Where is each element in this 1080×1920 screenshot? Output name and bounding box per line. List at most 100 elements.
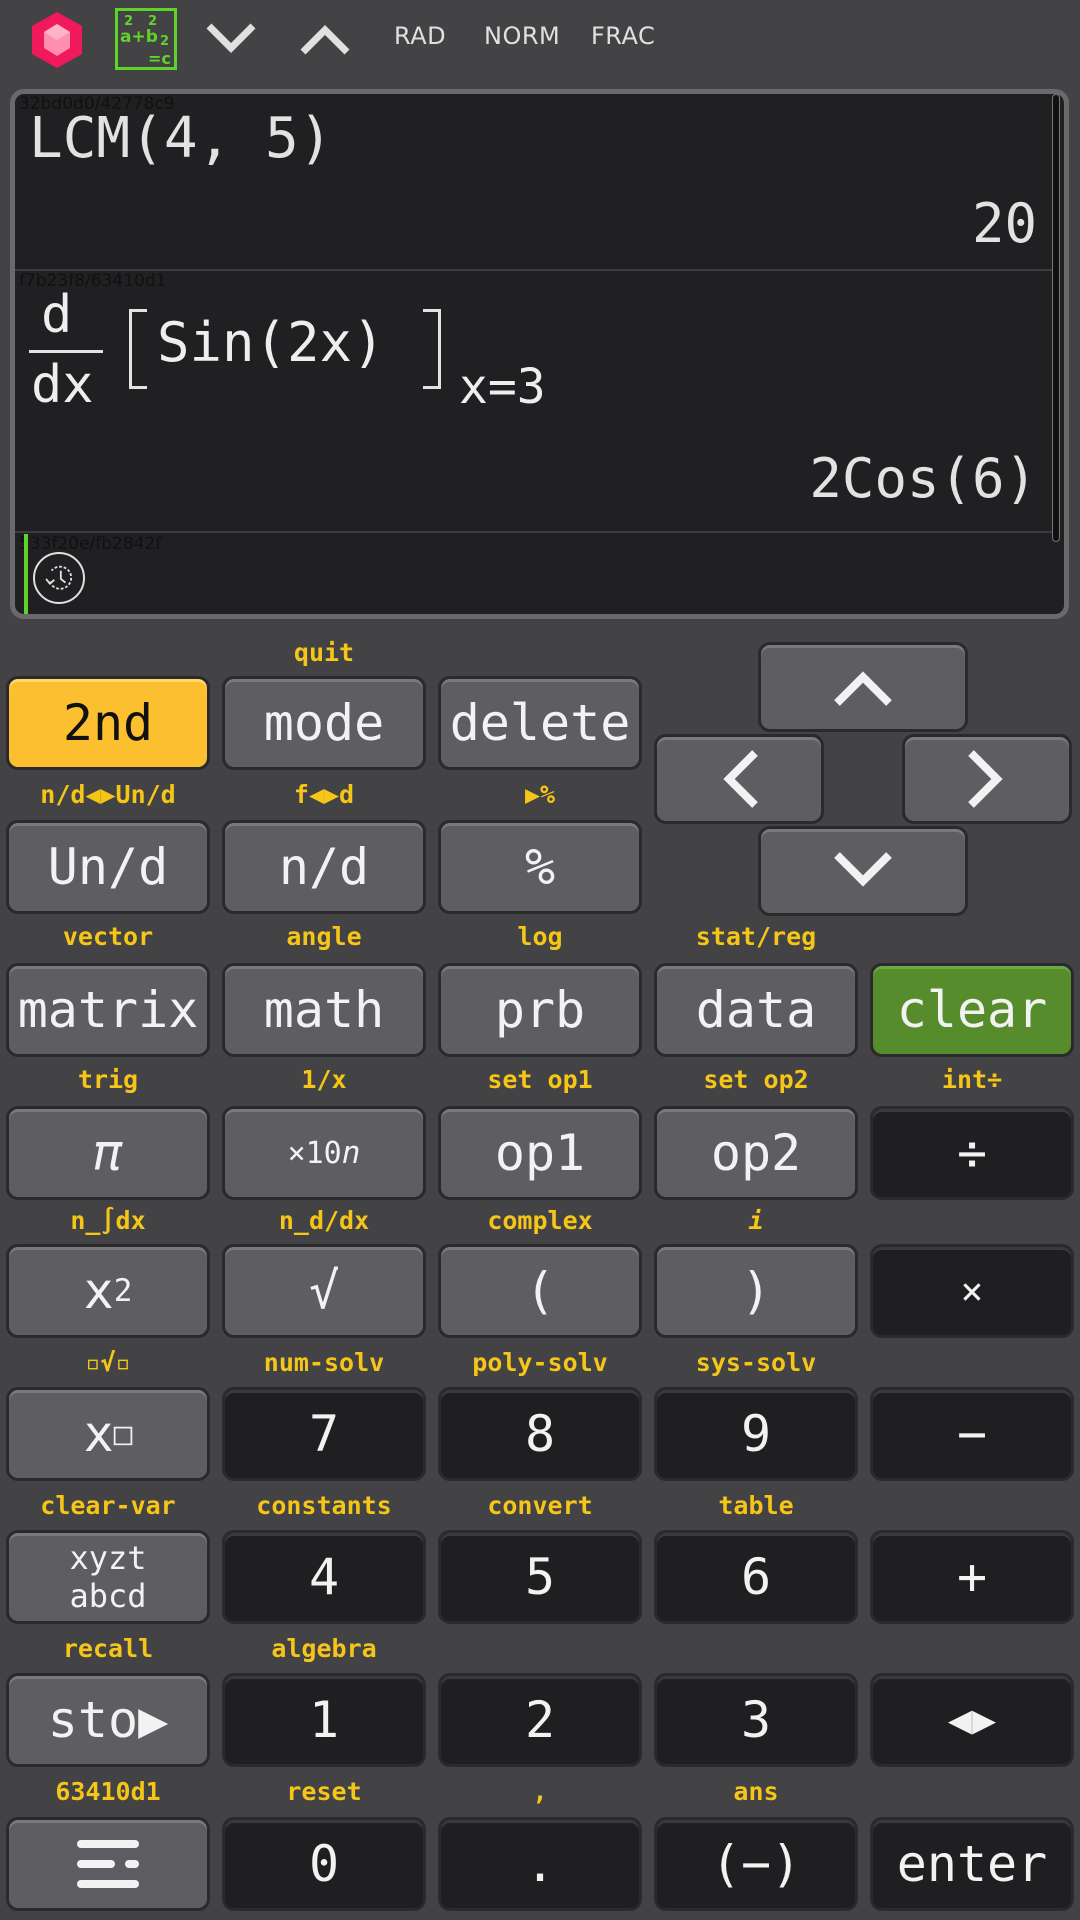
key-secondary-label: recall (62, 1634, 154, 1663)
fraction-bar (29, 350, 103, 353)
digit-0-key[interactable]: 0 (222, 1817, 426, 1911)
chevron-up-icon[interactable] (297, 18, 353, 58)
percent-key[interactable]: % (438, 820, 642, 914)
entry-id: 533f20e/fb2842f (19, 534, 162, 554)
history-entry[interactable]: 32bd0d0/42778c9 LCM(4, 5) 20 (15, 94, 1055, 271)
history-icon[interactable] (33, 552, 85, 604)
open-paren-key[interactable]: ( (438, 1244, 642, 1338)
close-paren-key[interactable]: ) (654, 1244, 858, 1338)
key-secondary-label: ▫√▫ (85, 1348, 131, 1377)
store-key[interactable]: sto▶ (6, 1673, 210, 1767)
input-cursor (24, 534, 28, 614)
key-secondary-label: algebra (271, 1634, 377, 1663)
data-key[interactable]: data (654, 963, 858, 1057)
evaluation-point: x=3 (459, 359, 546, 415)
key-superscript: n (341, 1135, 361, 1171)
gem-icon[interactable] (32, 12, 82, 68)
multiply-key[interactable]: × (870, 1244, 1074, 1338)
key-secondary-label: convert (487, 1491, 593, 1520)
add-key[interactable]: + (870, 1530, 1074, 1624)
digit-6-key[interactable]: 6 (654, 1530, 858, 1624)
derivative-numerator: d (41, 285, 73, 345)
key-secondary-label: reset (286, 1777, 362, 1806)
key-superscript: 2 (113, 1273, 133, 1309)
entry-expression: LCM(4, 5) (29, 106, 333, 171)
derivative-expression: d dx Sin(2x) x=3 (25, 285, 625, 415)
mixed-fraction-key[interactable]: Un/d (6, 820, 210, 914)
divide-key[interactable]: ÷ (870, 1106, 1074, 1200)
key-secondary-label: vector (62, 922, 154, 951)
key-secondary-label: angle (286, 922, 362, 951)
enter-key[interactable]: enter (870, 1817, 1074, 1911)
key-secondary-label: 63410d1 (55, 1777, 161, 1806)
key-secondary-label: log (517, 922, 563, 951)
down-arrow-key[interactable] (758, 826, 968, 916)
square-key[interactable]: x2 (6, 1244, 210, 1338)
number-format-indicator: NORM (484, 22, 561, 50)
key-secondary-label: stat/reg (695, 922, 817, 951)
key-secondary-label: quit (293, 638, 355, 667)
key-secondary-label: n/d◀▶Un/d (40, 780, 176, 809)
key-secondary-label: n_∫dx (70, 1206, 146, 1235)
scientific-notation-key[interactable]: ×10 n (222, 1106, 426, 1200)
decimal-key[interactable]: . (438, 1817, 642, 1911)
key-label-line2: abcd (69, 1577, 147, 1615)
key-secondary-label: set op1 (487, 1065, 593, 1094)
history-entry[interactable]: f7b23f8/63410d1 d dx Sin(2x) x=3 2Cos(6) (15, 271, 1055, 533)
key-label: ×10 (287, 1135, 342, 1171)
digit-4-key[interactable]: 4 (222, 1530, 426, 1624)
key-secondary-label: table (718, 1491, 794, 1520)
probability-key[interactable]: prb (438, 963, 642, 1057)
key-superscript: □ (113, 1416, 133, 1452)
display-scrollbar[interactable] (1052, 94, 1060, 542)
digit-7-key[interactable]: 7 (222, 1387, 426, 1481)
op1-key[interactable]: op1 (438, 1106, 642, 1200)
angle-mode-indicator: RAD (394, 22, 447, 50)
formula-icon[interactable]: 22 a+b 2 =c (115, 8, 177, 70)
matrix-key[interactable]: matrix (6, 963, 210, 1057)
subtract-key[interactable]: − (870, 1387, 1074, 1481)
pi-key[interactable]: π (6, 1106, 210, 1200)
digit-1-key[interactable]: 1 (222, 1673, 426, 1767)
left-bracket (129, 309, 147, 389)
toggle-key[interactable]: ◀▶ (870, 1673, 1074, 1767)
up-arrow-key[interactable] (758, 642, 968, 732)
key-secondary-label: trig (77, 1065, 139, 1094)
clear-key[interactable]: clear (870, 963, 1074, 1057)
power-key[interactable]: x □ (6, 1387, 210, 1481)
key-secondary-label: num-solv (263, 1348, 385, 1377)
chevron-down-icon[interactable] (203, 18, 259, 58)
key-secondary-label: int÷ (941, 1065, 1003, 1094)
second-key[interactable]: 2nd (6, 676, 210, 770)
derivative-denominator: dx (31, 355, 94, 415)
chevron-left-icon (723, 750, 758, 808)
chevron-up-icon (834, 671, 892, 706)
right-arrow-key[interactable] (902, 734, 1072, 824)
calculator-display[interactable]: 32bd0d0/42778c9 LCM(4, 5) 20 f7b23f8/634… (10, 89, 1069, 619)
digit-5-key[interactable]: 5 (438, 1530, 642, 1624)
digit-3-key[interactable]: 3 (654, 1673, 858, 1767)
menu-icon (77, 1840, 139, 1888)
math-key[interactable]: math (222, 963, 426, 1057)
key-secondary-label: constants (256, 1491, 392, 1520)
negative-key[interactable]: (−) (654, 1817, 858, 1911)
mode-key[interactable]: mode (222, 676, 426, 770)
key-secondary-label: clear-var (40, 1491, 176, 1520)
chevron-down-icon (834, 852, 892, 887)
key-secondary-label: , (532, 1777, 548, 1806)
entry-result: 20 (971, 192, 1037, 255)
digit-2-key[interactable]: 2 (438, 1673, 642, 1767)
op2-key[interactable]: op2 (654, 1106, 858, 1200)
fraction-key[interactable]: n/d (222, 820, 426, 914)
digit-9-key[interactable]: 9 (654, 1387, 858, 1481)
key-secondary-label: i (748, 1206, 764, 1235)
key-secondary-label: ▶% (524, 780, 556, 809)
square-root-key[interactable]: √ (222, 1244, 426, 1338)
digit-8-key[interactable]: 8 (438, 1387, 642, 1481)
right-bracket (423, 309, 441, 389)
variables-key[interactable]: xyzt abcd (6, 1530, 210, 1624)
key-secondary-label: ans (733, 1777, 779, 1806)
left-arrow-key[interactable] (654, 734, 824, 824)
menu-key[interactable] (6, 1817, 210, 1911)
delete-key[interactable]: delete (438, 676, 642, 770)
